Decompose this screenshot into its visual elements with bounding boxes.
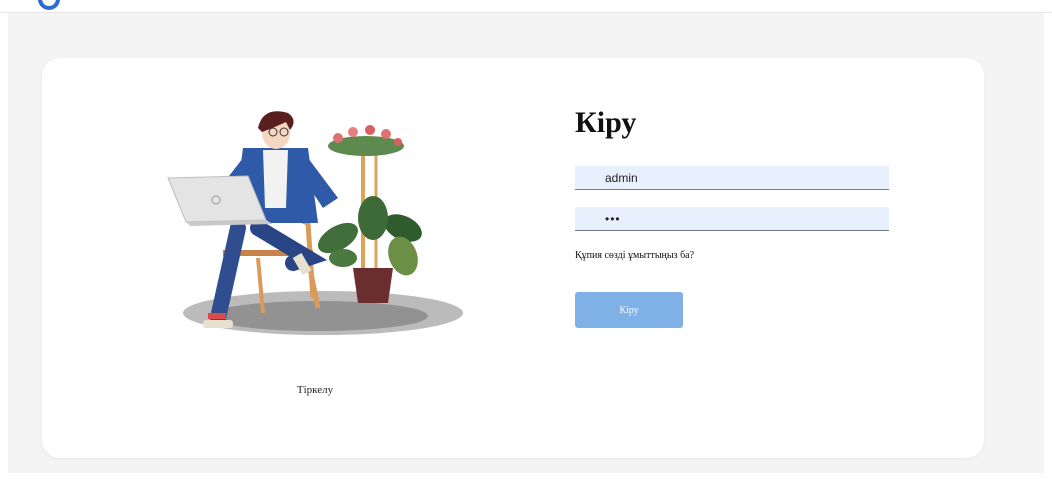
forgot-password-link[interactable]: Құпия сөзді ұмыттыңыз ба? [575,250,694,261]
logo-icon [38,0,60,10]
login-button[interactable]: Кіру [575,292,683,328]
top-bar [0,0,1052,13]
register-link[interactable]: Тіркелу [250,384,380,396]
password-input[interactable] [575,207,889,231]
login-title: Кіру [575,106,637,139]
person-with-laptop-illustration [167,111,463,335]
username-input[interactable] [575,166,889,190]
